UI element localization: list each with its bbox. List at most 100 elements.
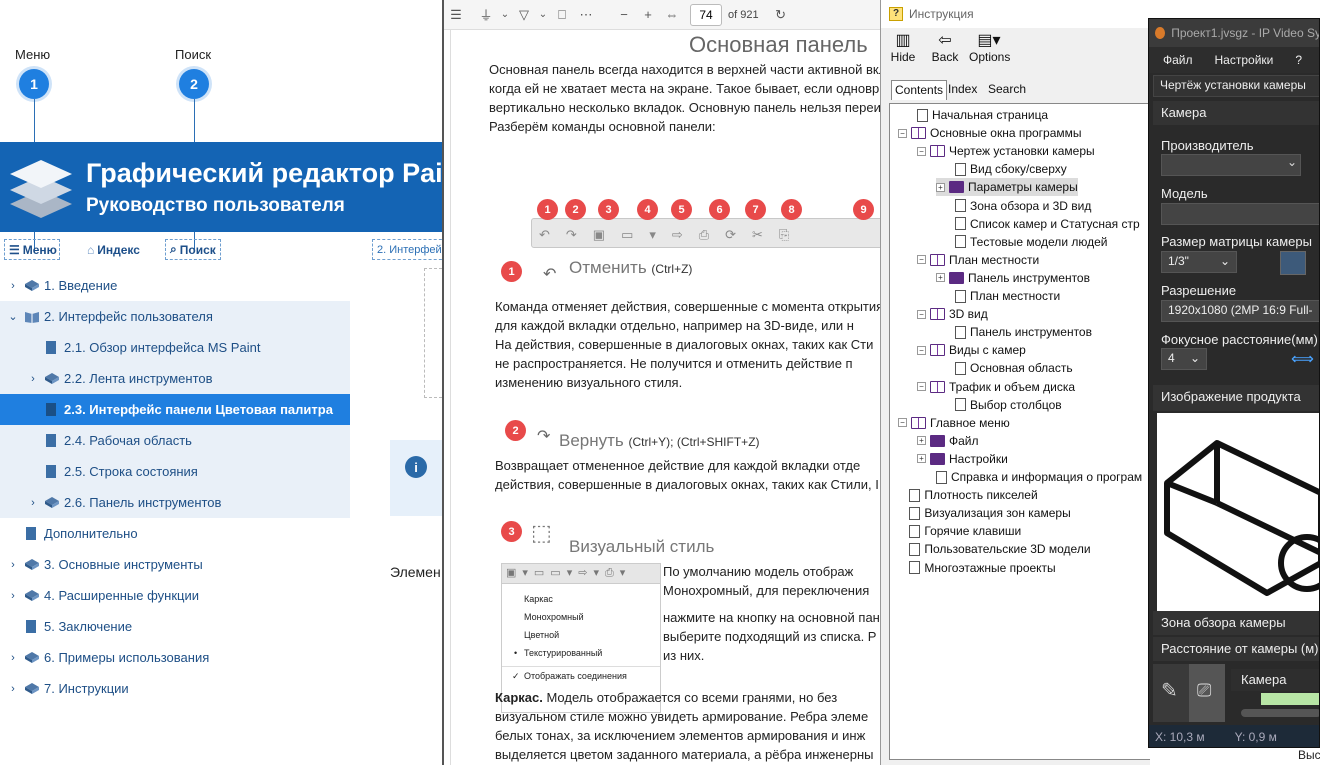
chevron-right-icon[interactable]: › <box>6 280 20 292</box>
contents-tree-item[interactable]: Зона обзора и 3D вид <box>955 197 1091 215</box>
more-icon[interactable]: ⋯ <box>574 7 598 23</box>
chevron-down-icon[interactable]: ⌄ <box>498 9 512 20</box>
menu-button[interactable]: ☰ Меню <box>4 239 60 260</box>
resolution-select[interactable]: 1920x1080 (2MP 16:9 Full- <box>1161 300 1319 322</box>
toc-item[interactable]: 2.3. Интерфейс панели Цветовая палитра <box>0 394 350 425</box>
expand-icon[interactable]: + <box>936 273 945 283</box>
highlight-icon[interactable]: ⏚ <box>474 5 498 24</box>
contents-tree-item[interactable]: Справка и информация о програм <box>936 468 1142 486</box>
toc-item[interactable]: › 1. Введение <box>0 270 350 301</box>
contents-tree-item[interactable]: Пользовательские 3D модели <box>909 540 1091 558</box>
contents-tree-item[interactable]: + Файл <box>917 432 979 450</box>
chevron-down-icon[interactable]: ⌄ <box>6 310 20 323</box>
chevron-right-icon[interactable]: › <box>6 590 20 602</box>
chevron-down-icon[interactable]: ⌄ <box>1287 155 1297 169</box>
contents-tree-item[interactable]: + Настройки <box>917 450 1008 468</box>
contents-tree-item[interactable]: Визуализация зон камеры <box>909 504 1071 522</box>
collapse-icon[interactable]: − <box>898 418 907 428</box>
focal-length-select[interactable]: 4 ⌄ <box>1161 348 1207 370</box>
collapse-icon[interactable]: − <box>917 255 926 265</box>
page-number-input[interactable] <box>690 3 722 26</box>
breadcrumb[interactable]: 2. Интерфей <box>372 239 442 260</box>
toc-item[interactable]: 5. Заключение <box>0 611 350 642</box>
chevron-right-icon[interactable]: › <box>6 559 20 571</box>
expand-icon[interactable]: + <box>917 436 926 446</box>
expand-icon[interactable]: + <box>917 454 926 464</box>
camera-list-header[interactable]: Камера <box>1231 669 1319 691</box>
search-button[interactable]: ⌕ Поиск <box>165 239 221 260</box>
collapse-icon[interactable]: − <box>917 309 926 319</box>
index-button[interactable]: ⌂ Индекс <box>82 239 145 260</box>
camera-preview-icon[interactable] <box>1280 251 1306 275</box>
double-arrow-icon[interactable]: ⟺ <box>1291 349 1314 369</box>
contents-tree-item[interactable]: + Панель инструментов <box>936 269 1090 287</box>
contents-tree-item[interactable]: − Главное меню <box>898 414 1010 432</box>
toc-item[interactable]: › 4. Расширенные функции <box>0 580 350 611</box>
section-product-image[interactable]: Изображение продукта <box>1153 385 1319 411</box>
toc-item[interactable]: Дополнительно <box>0 518 350 549</box>
tab-search[interactable]: Search <box>985 80 1029 100</box>
contents-tree-item[interactable]: Начальная страница <box>917 106 1048 124</box>
toc-item[interactable]: › 6. Примеры использования <box>0 642 350 673</box>
fit-page-icon[interactable]: ⇔ <box>660 7 684 22</box>
collapse-icon[interactable]: − <box>917 382 926 391</box>
contents-tree-item[interactable]: − 3D вид <box>917 305 988 323</box>
collapse-icon[interactable]: − <box>917 146 926 156</box>
menu-help[interactable]: ? <box>1295 53 1302 67</box>
manufacturer-select[interactable] <box>1161 154 1301 176</box>
contents-tree-item[interactable]: Тестовые модели людей <box>955 233 1107 251</box>
toc-item[interactable]: 2.5. Строка состояния <box>0 456 350 487</box>
options-button[interactable]: ▤▾ Options <box>969 32 1010 64</box>
rotate-icon[interactable]: ↻ <box>769 7 793 23</box>
collapse-icon[interactable]: − <box>898 128 907 138</box>
contents-tree-item[interactable]: Панель инструментов <box>955 323 1092 341</box>
toc-item[interactable]: 2.1. Обзор интерфейса MS Paint <box>0 332 350 363</box>
contents-tree-item[interactable]: Многоэтажные проекты <box>909 559 1056 577</box>
contents-tree-item[interactable]: Список камер и Статусная стр <box>955 215 1140 233</box>
contents-tree-item[interactable]: Горячие клавиши <box>909 522 1021 540</box>
section-view-zone[interactable]: Зона обзора камеры <box>1153 611 1319 635</box>
tab-index[interactable]: Index <box>945 80 980 100</box>
chevron-right-icon[interactable]: › <box>26 373 40 385</box>
collapse-icon[interactable]: − <box>917 345 926 355</box>
draw-icon[interactable]: ▽ <box>512 7 536 23</box>
contents-tree-item[interactable]: − План местности <box>917 251 1039 269</box>
hide-button[interactable]: ▥ Hide <box>889 32 917 64</box>
toc-item[interactable]: ⌄ 2. Интерфейс пользователя <box>0 301 350 332</box>
zoom-out-icon[interactable]: − <box>612 7 636 22</box>
contents-tree-item[interactable]: Плотность пикселей <box>909 486 1038 504</box>
section-camera[interactable]: Камера <box>1153 101 1319 125</box>
toc-item[interactable]: › 3. Основные инструменты <box>0 549 350 580</box>
matrix-size-select[interactable]: 1/3" ⌄ <box>1161 251 1237 273</box>
contents-tree-item[interactable]: + Параметры камеры <box>936 178 1078 197</box>
chevron-right-icon[interactable]: › <box>26 497 40 509</box>
contents-tree-item[interactable]: − Чертеж установки камеры <box>917 142 1095 160</box>
contents-tree-item[interactable]: − Основные окна программы <box>898 124 1082 142</box>
camera-list-row[interactable] <box>1261 693 1319 705</box>
model-input[interactable] <box>1161 203 1319 225</box>
contents-tree-item[interactable]: Вид сбоку/сверху <box>955 160 1067 178</box>
toc-item[interactable]: › 2.6. Панель инструментов <box>0 487 350 518</box>
chevron-down-icon[interactable]: ⌄ <box>536 9 550 20</box>
toc-item[interactable]: › 2.2. Лента инструментов <box>0 363 350 394</box>
zoom-in-icon[interactable]: + <box>636 7 660 22</box>
tool-camera-icon[interactable]: ⎚ <box>1189 664 1225 722</box>
expand-icon[interactable]: + <box>936 182 945 192</box>
chevron-right-icon[interactable]: › <box>6 652 20 664</box>
tab-contents[interactable]: Contents <box>891 80 948 100</box>
menu-settings[interactable]: Настройки <box>1215 53 1274 67</box>
view-dropdown[interactable]: Чертёж установки камеры <box>1153 75 1319 97</box>
text-icon[interactable]: ⎕ <box>550 7 574 23</box>
horizontal-scrollbar[interactable] <box>1241 709 1319 717</box>
section-camera-distance[interactable]: Расстояние от камеры (м) <box>1153 637 1319 661</box>
contents-tree-item[interactable]: Выбор столбцов <box>955 396 1062 414</box>
back-button[interactable]: ⇦ Back <box>931 32 959 64</box>
tool-pen-icon[interactable]: ✎ <box>1153 664 1189 722</box>
contents-tree-item[interactable]: План местности <box>955 287 1060 305</box>
menu-file[interactable]: Файл <box>1163 53 1193 67</box>
toc-item[interactable]: 2.4. Рабочая область <box>0 425 350 456</box>
toc-item[interactable]: › 7. Инструкции <box>0 673 350 704</box>
contents-tree-item[interactable]: − Трафик и объем диска <box>917 378 1075 396</box>
menu-icon[interactable]: ☰ <box>444 7 468 23</box>
chevron-right-icon[interactable]: › <box>6 683 20 695</box>
